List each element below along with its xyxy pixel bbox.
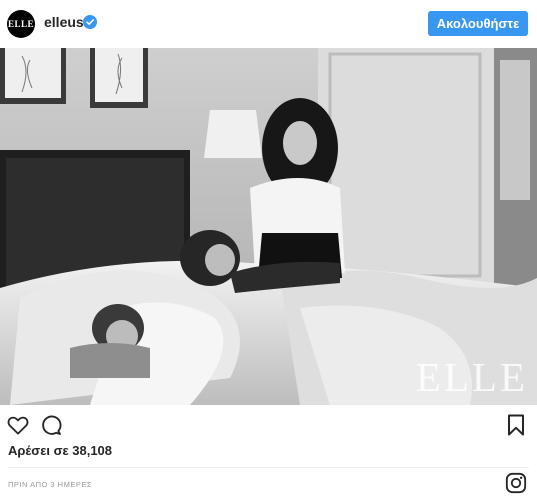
elle-watermark: ELLE: [415, 354, 528, 400]
divider: [8, 467, 529, 468]
likes-count[interactable]: Αρέσει σε 38,108: [8, 443, 112, 458]
avatar-text: ELLE: [7, 19, 34, 29]
heart-icon[interactable]: [7, 415, 29, 435]
follow-button[interactable]: Ακολουθήστε: [428, 11, 528, 36]
post-timestamp[interactable]: ΠΡΙΝ ΑΠΟ 3 ΗΜΕΡΕΣ: [8, 480, 92, 489]
bookmark-icon[interactable]: [507, 414, 525, 436]
post-header: ELLE elleusa Ακολουθήστε: [0, 0, 537, 48]
instagram-icon[interactable]: [505, 472, 527, 494]
post-actions: [0, 405, 537, 443]
comment-icon[interactable]: [40, 414, 62, 436]
post-photo[interactable]: ELLE: [0, 48, 537, 405]
verified-badge-icon: [83, 15, 97, 29]
photo-illustration: [0, 48, 537, 405]
avatar[interactable]: ELLE: [7, 10, 35, 38]
